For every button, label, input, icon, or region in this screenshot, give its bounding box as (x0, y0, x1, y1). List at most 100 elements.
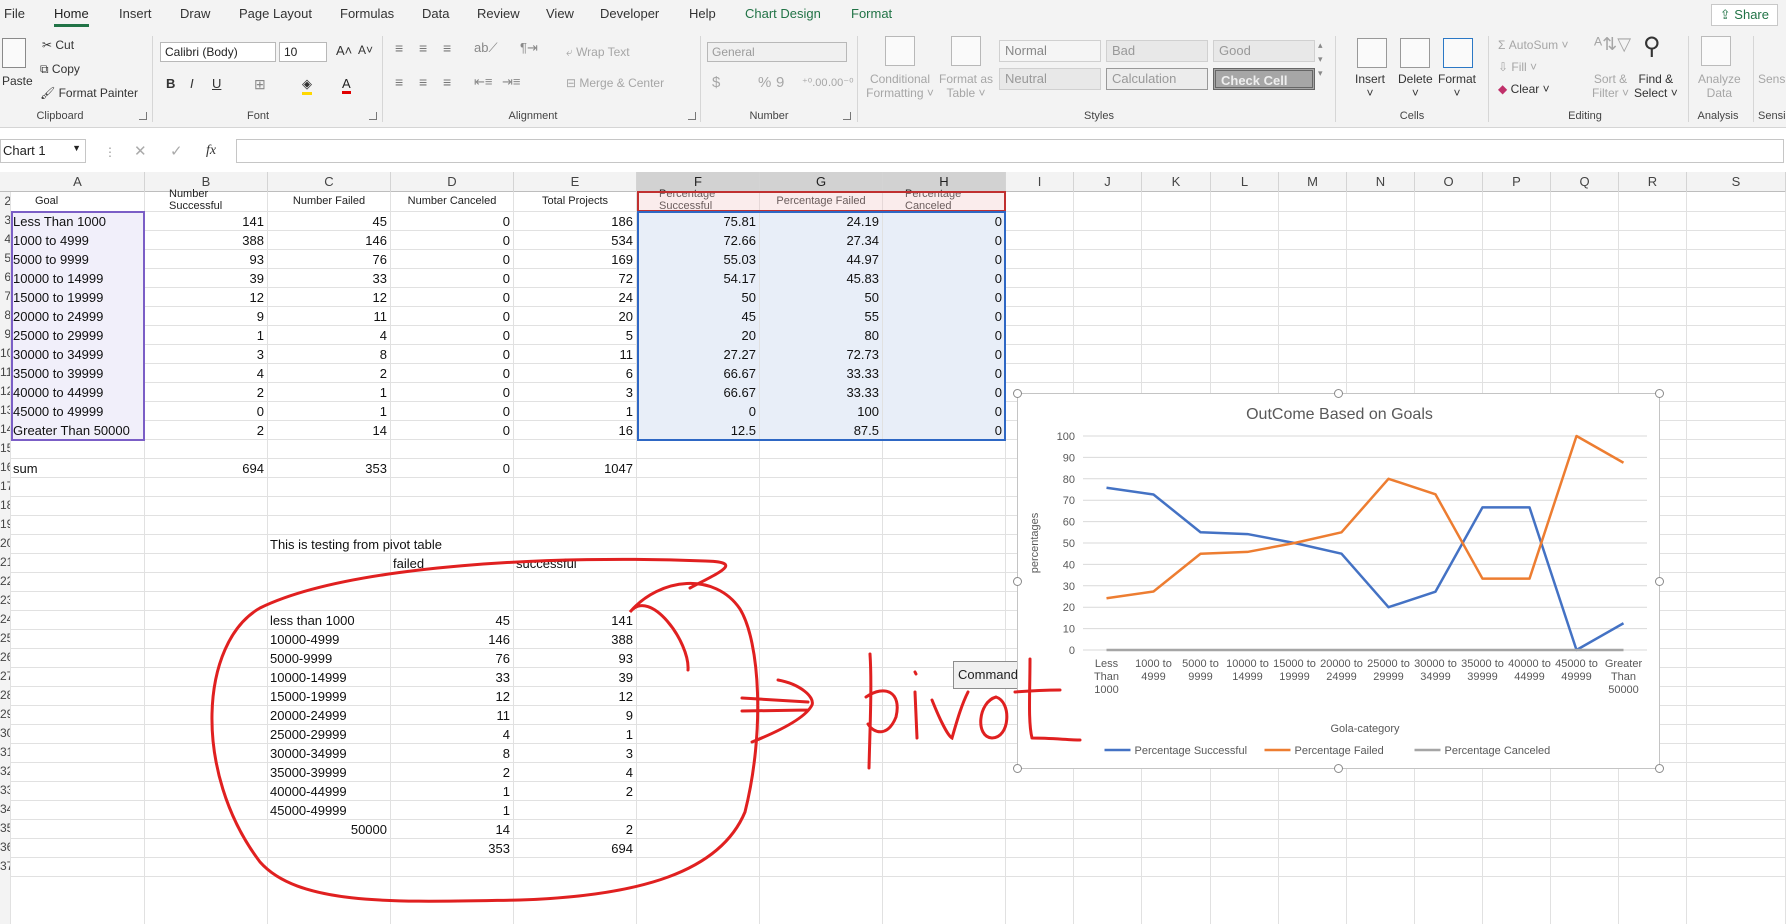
copy-button[interactable]: ⧉ Copy (40, 62, 80, 77)
pivot-cell[interactable]: 146 (391, 630, 513, 649)
style-neutral[interactable]: Neutral (999, 68, 1101, 90)
tab-format[interactable]: Format (851, 6, 892, 21)
sum-cell[interactable]: 1047 (514, 459, 636, 478)
pivot-cell[interactable]: 1 (391, 801, 513, 820)
align-bottom-icon[interactable]: ≡ (443, 40, 451, 56)
value-cell[interactable]: 169 (514, 250, 636, 269)
text-direction-icon[interactable]: ¶⇥ (520, 40, 538, 56)
value-cell[interactable]: 0 (391, 231, 513, 250)
value-cell[interactable]: 11 (268, 307, 390, 326)
column-header-q[interactable]: Q (1551, 172, 1619, 192)
value-cell[interactable]: 534 (514, 231, 636, 250)
chart-resize-handle[interactable] (1655, 389, 1664, 398)
value-cell[interactable]: 8 (268, 345, 390, 364)
insert-function-icon[interactable]: fx (206, 143, 216, 159)
column-header-j[interactable]: J (1074, 172, 1142, 192)
value-cell[interactable]: 0 (391, 383, 513, 402)
alignment-launcher-icon[interactable] (688, 112, 696, 120)
underline-button[interactable]: U (212, 76, 221, 91)
value-cell[interactable]: 24 (514, 288, 636, 307)
style-bad[interactable]: Bad (1106, 40, 1208, 62)
value-cell[interactable]: 9 (145, 307, 267, 326)
pivot-cell[interactable]: 33 (391, 668, 513, 687)
tab-file[interactable]: File (4, 6, 25, 21)
font-size-select[interactable]: 10 (279, 42, 327, 62)
sum-cell[interactable]: 0 (391, 459, 513, 478)
pivot-cell[interactable]: 388 (514, 630, 636, 649)
pivot-cell[interactable]: 10000-14999 (268, 668, 390, 687)
value-cell[interactable]: 20 (514, 307, 636, 326)
autosum-button[interactable]: Σ AutoSum ˅ (1498, 38, 1568, 52)
value-cell[interactable]: 0 (391, 288, 513, 307)
tab-insert[interactable]: Insert (119, 6, 152, 21)
value-cell[interactable]: 146 (268, 231, 390, 250)
borders-icon[interactable]: ⊞ (254, 76, 266, 93)
chart-resize-handle[interactable] (1013, 577, 1022, 586)
pivot-cell[interactable]: 8 (391, 744, 513, 763)
increase-indent-icon[interactable]: ⇥≡ (502, 74, 520, 90)
pivot-cell[interactable]: 2 (514, 782, 636, 801)
align-left-icon[interactable]: ≡ (395, 74, 403, 90)
style-good[interactable]: Good (1213, 40, 1315, 62)
value-cell[interactable]: 388 (145, 231, 267, 250)
pivot-cell[interactable]: 4 (391, 725, 513, 744)
align-right-icon[interactable]: ≡ (443, 74, 451, 90)
number-launcher-icon[interactable] (843, 112, 851, 120)
pivot-cell[interactable]: 93 (514, 649, 636, 668)
style-normal[interactable]: Normal (999, 40, 1101, 62)
tab-review[interactable]: Review (477, 6, 520, 21)
chart-resize-handle[interactable] (1655, 577, 1664, 586)
cut-button[interactable]: ✂ Cut (42, 38, 74, 52)
value-cell[interactable]: 0 (391, 345, 513, 364)
value-cell[interactable]: 33 (268, 269, 390, 288)
insert-cells-button[interactable]: Insert ˅ (1355, 72, 1385, 100)
value-cell[interactable]: 3 (514, 383, 636, 402)
pivot-cell[interactable]: 2 (514, 820, 636, 839)
sum-cell[interactable]: 353 (268, 459, 390, 478)
chart-resize-handle[interactable] (1334, 389, 1343, 398)
pivot-cell[interactable]: 15000-19999 (268, 687, 390, 706)
pivot-cell[interactable]: 2 (391, 763, 513, 782)
value-cell[interactable]: 0 (391, 269, 513, 288)
wrap-text-button[interactable]: ⤶ Wrap Text (566, 45, 630, 60)
pivot-cell[interactable]: 39 (514, 668, 636, 687)
value-cell[interactable]: 4 (268, 326, 390, 345)
value-cell[interactable]: 2 (145, 383, 267, 402)
value-cell[interactable]: 0 (391, 326, 513, 345)
pivot-cell[interactable]: 14 (391, 820, 513, 839)
pivot-cell[interactable]: 1 (514, 725, 636, 744)
pivot-cell[interactable]: This is testing from pivot table (268, 535, 528, 554)
value-cell[interactable]: 39 (145, 269, 267, 288)
tab-help[interactable]: Help (689, 6, 716, 21)
font-color-icon[interactable]: A (342, 76, 351, 94)
value-cell[interactable]: 76 (268, 250, 390, 269)
column-header-c[interactable]: C (268, 172, 391, 192)
column-header-g[interactable]: G (760, 172, 883, 192)
sensitivity-button[interactable]: Sensi (1758, 72, 1786, 86)
tab-chart-design[interactable]: Chart Design (745, 6, 821, 21)
column-header-r[interactable]: R (1619, 172, 1687, 192)
decrease-font-icon[interactable]: A˅ (358, 43, 373, 57)
style-check-cell[interactable]: Check Cell (1213, 68, 1315, 90)
value-cell[interactable]: 1 (514, 402, 636, 421)
value-cell[interactable]: 14 (268, 421, 390, 440)
value-cell[interactable]: 1 (268, 402, 390, 421)
pivot-cell[interactable]: 4 (514, 763, 636, 782)
column-header-l[interactable]: L (1211, 172, 1279, 192)
bold-button[interactable]: B (166, 76, 175, 91)
value-cell[interactable]: 0 (391, 307, 513, 326)
percent-button[interactable]: % (758, 74, 771, 91)
column-header-k[interactable]: K (1142, 172, 1211, 192)
value-cell[interactable]: 0 (391, 250, 513, 269)
value-cell[interactable]: 4 (145, 364, 267, 383)
format-as-table-button[interactable]: Format as Table ˅ (937, 72, 995, 100)
value-cell[interactable]: 12 (268, 288, 390, 307)
tab-formulas[interactable]: Formulas (340, 6, 394, 21)
share-button[interactable]: ⇪ Share (1710, 4, 1778, 26)
pivot-cell[interactable]: 1 (391, 782, 513, 801)
style-calculation[interactable]: Calculation (1106, 68, 1208, 90)
pivot-cell[interactable]: 76 (391, 649, 513, 668)
column-header-n[interactable]: N (1347, 172, 1415, 192)
sum-cell[interactable]: sum (11, 459, 144, 478)
column-header-i[interactable]: I (1006, 172, 1074, 192)
